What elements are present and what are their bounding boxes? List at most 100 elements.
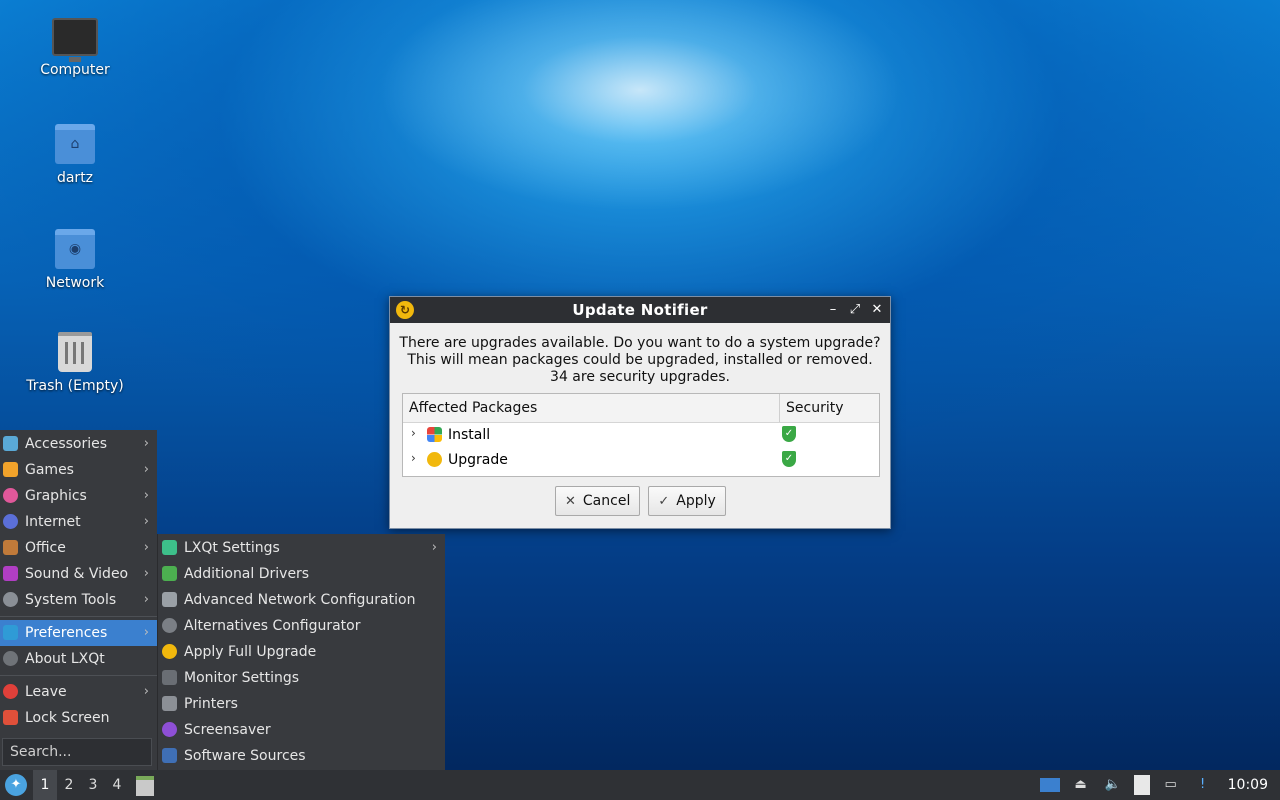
menu-search-input[interactable]: Search... — [2, 738, 152, 766]
chevron-right-icon: › — [143, 566, 149, 581]
desktop-icon-home[interactable]: ⌂ dartz — [20, 124, 130, 186]
eject-icon[interactable]: ⏏ — [1070, 775, 1092, 795]
info-icon — [3, 651, 18, 666]
desktop-icon-trash[interactable]: Trash (Empty) — [20, 332, 130, 394]
table-row-install[interactable]: › Install ✓ — [403, 423, 879, 448]
menu-separator — [0, 675, 157, 676]
taskbar: ✦ 1 2 3 4 ⏏ 🔈 ▭ ! 10:09 — [0, 770, 1280, 800]
chevron-right-icon: › — [143, 592, 149, 607]
screensaver-icon — [162, 722, 177, 737]
desktop-2-button[interactable]: 2 — [57, 770, 81, 800]
column-header-packages[interactable]: Affected Packages — [403, 394, 780, 422]
menu-item-label: Software Sources — [184, 748, 306, 764]
graphics-icon — [3, 488, 18, 503]
update-alert-icon[interactable]: ! — [1192, 775, 1214, 795]
lubuntu-logo-icon: ✦ — [10, 777, 22, 792]
desktop-3-button[interactable]: 3 — [81, 770, 105, 800]
desktop-1-button[interactable]: 1 — [33, 770, 57, 800]
apply-button[interactable]: ✓ Apply — [648, 486, 726, 516]
accessories-icon — [3, 436, 18, 451]
menu-item-label: Accessories — [25, 436, 108, 452]
office-icon — [3, 540, 18, 555]
dialog-titlebar[interactable]: ↻ Update Notifier – ⤢ ✕ — [390, 297, 890, 323]
software-sources-icon — [162, 748, 177, 763]
menu-item-label: Monitor Settings — [184, 670, 300, 686]
desktop-icon-network[interactable]: ◉ Network — [20, 229, 130, 291]
maximize-icon[interactable]: ⤢ — [848, 300, 862, 320]
minimize-icon[interactable]: – — [826, 300, 840, 320]
dialog-title: Update Notifier — [572, 301, 708, 319]
menu-item-system-tools[interactable]: System Tools › — [0, 587, 157, 613]
menu-item-label: Sound & Video — [25, 566, 129, 582]
menu-item-accessories[interactable]: Accessories › — [0, 431, 157, 457]
column-header-security[interactable]: Security — [780, 394, 850, 422]
show-desktop-icon[interactable] — [136, 776, 154, 796]
close-icon[interactable]: ✕ — [870, 300, 884, 320]
menu-item-sound-video[interactable]: Sound & Video › — [0, 561, 157, 587]
submenu-item-advanced-network[interactable]: Advanced Network Configuration — [158, 587, 445, 613]
submenu-item-additional-drivers[interactable]: Additional Drivers — [158, 561, 445, 587]
desktop-icon-label: Computer — [40, 62, 110, 78]
menu-item-label: Advanced Network Configuration — [184, 592, 416, 608]
menu-item-office[interactable]: Office › — [0, 535, 157, 561]
submenu-item-alternatives-configurator[interactable]: Alternatives Configurator — [158, 613, 445, 639]
submenu-item-apply-full-upgrade[interactable]: Apply Full Upgrade — [158, 639, 445, 665]
power-icon — [3, 684, 18, 699]
submenu-item-screensaver[interactable]: Screensaver — [158, 717, 445, 743]
cancel-x-icon: ✕ — [565, 493, 576, 509]
clock[interactable]: 10:09 — [1224, 777, 1280, 793]
menu-item-about-lxqt[interactable]: About LXQt — [0, 646, 157, 672]
desktop-4-button[interactable]: 4 — [105, 770, 129, 800]
clipboard-icon[interactable] — [1133, 775, 1150, 795]
submenu-item-monitor-settings[interactable]: Monitor Settings — [158, 665, 445, 691]
table-row-upgrade[interactable]: › Upgrade ✓ — [403, 448, 879, 473]
submenu-item-lxqt-settings[interactable]: LXQt Settings › — [158, 535, 445, 561]
message-line: There are upgrades available. Do you wan… — [399, 335, 881, 351]
volume-icon[interactable]: 🔈 — [1102, 775, 1124, 795]
menu-item-label: Alternatives Configurator — [184, 618, 361, 634]
menu-item-lock-screen[interactable]: Lock Screen — [0, 705, 157, 731]
menu-item-graphics[interactable]: Graphics › — [0, 483, 157, 509]
submenu-item-printers[interactable]: Printers — [158, 691, 445, 717]
lxqt-settings-icon — [162, 540, 177, 555]
trash-icon — [58, 332, 92, 372]
chevron-right-icon: › — [143, 540, 149, 555]
shield-check-icon: ✓ — [782, 451, 796, 467]
display-icon[interactable] — [1039, 778, 1060, 792]
menu-item-leave[interactable]: Leave › — [0, 679, 157, 705]
monitor-icon — [162, 670, 177, 685]
chevron-right-icon: › — [143, 488, 149, 503]
menu-item-label: Lock Screen — [25, 710, 110, 726]
menu-item-label: System Tools — [25, 592, 117, 608]
expand-arrow-icon[interactable]: › — [411, 451, 416, 465]
menu-item-games[interactable]: Games › — [0, 457, 157, 483]
menu-separator — [0, 616, 157, 617]
network-icon — [162, 592, 177, 607]
desktop-icon-computer[interactable]: Computer — [20, 18, 130, 78]
table-header: Affected Packages Security — [403, 394, 879, 423]
desktop-icon-label: dartz — [56, 170, 94, 186]
start-menu-button[interactable]: ✦ — [5, 774, 27, 796]
expand-arrow-icon[interactable]: › — [411, 426, 416, 440]
submenu-item-software-sources[interactable]: Software Sources — [158, 743, 445, 769]
chevron-right-icon: › — [143, 684, 149, 699]
row-label: Upgrade — [448, 452, 508, 468]
cancel-button[interactable]: ✕ Cancel — [555, 486, 641, 516]
menu-item-label: Graphics — [25, 488, 87, 504]
preferences-icon — [3, 625, 18, 640]
menu-item-internet[interactable]: Internet › — [0, 509, 157, 535]
update-notifier-icon: ↻ — [396, 301, 414, 319]
cancel-label: Cancel — [582, 493, 631, 509]
menu-item-preferences[interactable]: Preferences › — [0, 620, 157, 646]
chevron-right-icon: › — [431, 540, 437, 555]
network-status-icon[interactable]: ▭ — [1160, 775, 1182, 795]
menu-item-label: Printers — [184, 696, 238, 712]
shield-check-icon: ✓ — [782, 426, 796, 442]
upgrade-icon — [427, 452, 442, 467]
desktop-icon-label: Network — [45, 275, 105, 291]
upgrade-icon — [162, 644, 177, 659]
menu-item-label: Leave — [25, 684, 67, 700]
network-folder-icon: ◉ — [55, 229, 95, 269]
desktop-switcher: 1 2 3 4 — [33, 770, 129, 800]
apply-label: Apply — [676, 493, 716, 509]
